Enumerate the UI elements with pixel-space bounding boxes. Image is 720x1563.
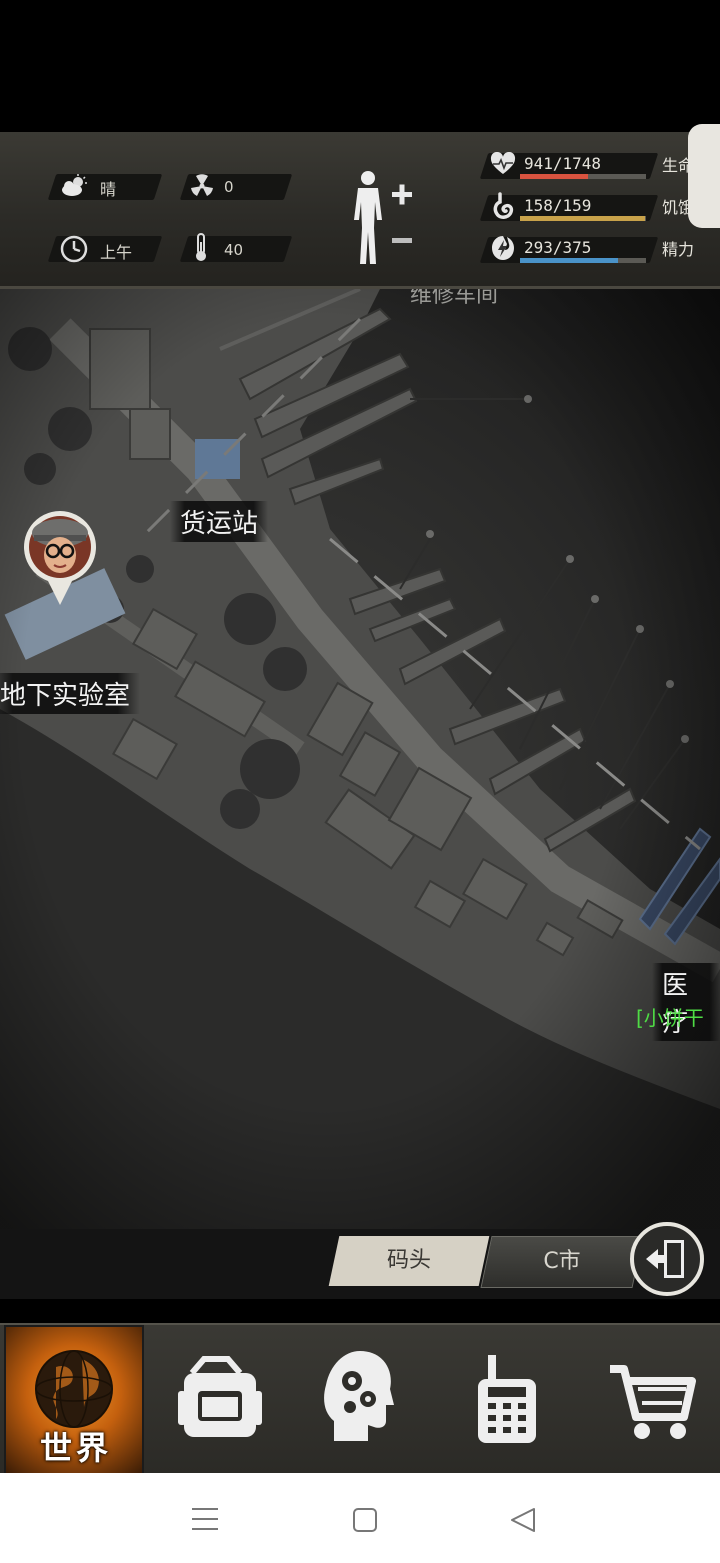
energy-icon: [492, 236, 514, 260]
underground-lab-label[interactable]: 地下实验室: [0, 673, 141, 714]
hunger-value: 158/159: [524, 196, 592, 215]
player-avatar-marker[interactable]: [22, 509, 98, 607]
exit-door-icon: [646, 1240, 684, 1278]
weather-text: 晴: [100, 180, 117, 199]
nav-radio[interactable]: [436, 1325, 576, 1475]
bottom-nav: 世界: [0, 1323, 720, 1475]
walkie-talkie-icon: [478, 1355, 536, 1443]
exit-button[interactable]: [630, 1222, 704, 1296]
medical-sub-label: [小饼干: [636, 1006, 704, 1030]
head-gears-icon: [324, 1351, 394, 1441]
system-navigation-bar: [0, 1473, 720, 1563]
hunger-bar: [520, 216, 646, 221]
world-map[interactable]: 维修车间 货运站 地下实验室 医疗 [小饼干: [0, 289, 720, 1229]
top-black-bar: [0, 0, 720, 132]
maintenance-workshop-label: 维修车间: [410, 289, 499, 308]
energy-label: 精力: [662, 240, 695, 259]
cloud-sun-icon: [62, 174, 87, 196]
heart-icon: [490, 152, 516, 174]
clock-icon: [60, 235, 88, 263]
hunger-bar-fill: [520, 216, 646, 221]
cargo-station-label[interactable]: 货运站: [170, 501, 269, 542]
home-icon[interactable]: [350, 1505, 380, 1535]
body-status-icon[interactable]: [344, 168, 420, 268]
thermometer-icon: [196, 233, 206, 261]
health-bar-fill: [520, 174, 588, 179]
side-menu-button[interactable]: [688, 124, 720, 228]
nav-backpack[interactable]: [146, 1325, 286, 1475]
radiation-value: 0: [224, 178, 234, 196]
map-illustration: [0, 289, 720, 1229]
energy-value: 293/375: [524, 238, 592, 257]
tab-city[interactable]: C市: [480, 1236, 644, 1288]
tab-city-label: C市: [543, 1249, 581, 1274]
backpack-icon: [178, 1356, 262, 1437]
energy-bar-fill: [520, 258, 619, 263]
radiation-icon: [191, 174, 213, 196]
shopping-cart-icon: [610, 1365, 696, 1439]
back-icon[interactable]: [508, 1505, 538, 1535]
nav-world[interactable]: 世界: [4, 1325, 144, 1475]
health-bar: [520, 174, 646, 179]
nav-skills[interactable]: [290, 1325, 430, 1475]
time-text: 上午: [100, 243, 133, 262]
status-hud: 晴 0 上午 40 941/1748 生命 158/159 饥饿 293/375…: [0, 132, 720, 289]
avatar: [24, 511, 97, 605]
nav-shop[interactable]: [580, 1325, 720, 1475]
health-value: 941/1748: [524, 154, 602, 173]
tab-dock[interactable]: 码头: [328, 1236, 490, 1286]
energy-bar: [520, 258, 646, 263]
tab-dock-label: 码头: [386, 1248, 431, 1273]
menu-icon[interactable]: [190, 1505, 220, 1533]
stomach-icon: [493, 192, 514, 219]
globe-icon: [35, 1350, 113, 1428]
nav-world-label: 世界: [39, 1429, 112, 1467]
temperature-value: 40: [224, 241, 244, 259]
